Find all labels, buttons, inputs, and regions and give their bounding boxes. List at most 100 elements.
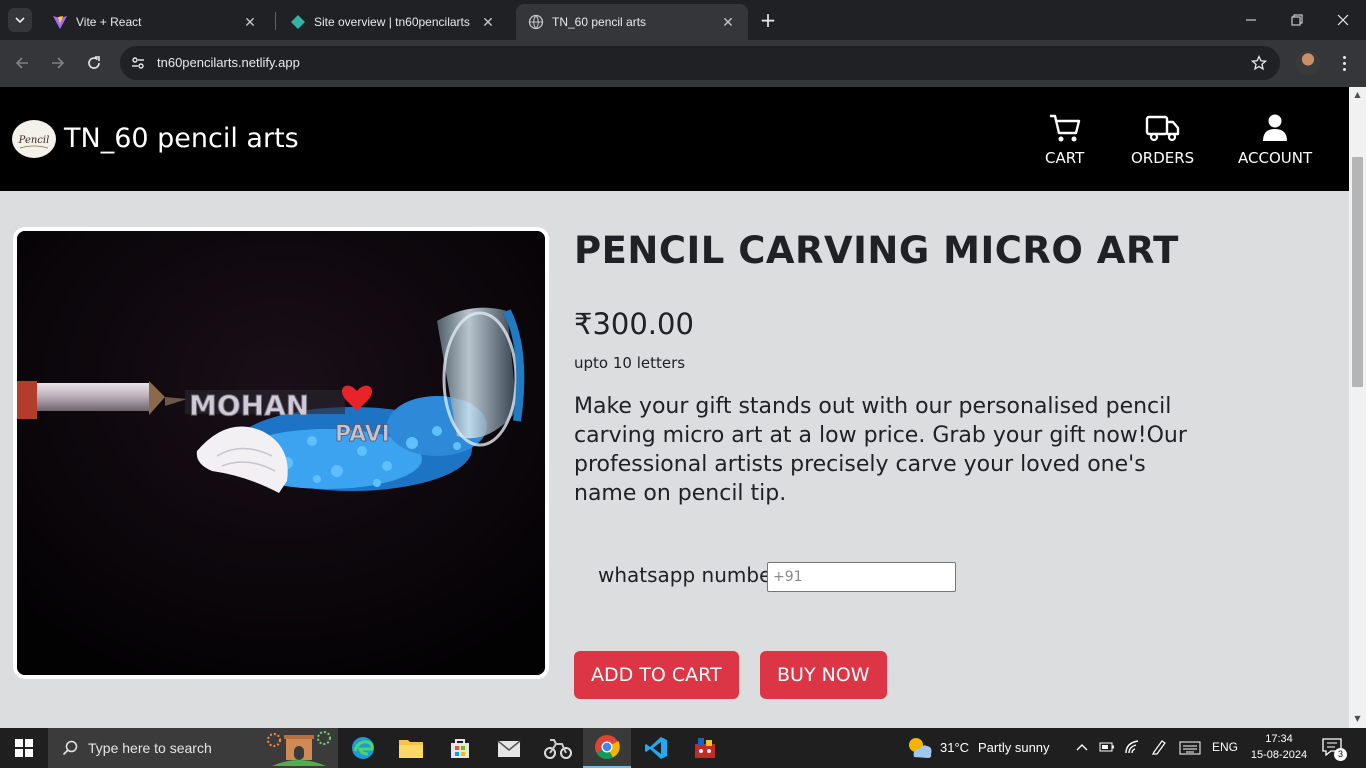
site-settings-icon[interactable] <box>128 53 148 73</box>
tab-tn60-pencil-arts[interactable]: TN_60 pencil arts ✕ <box>516 4 748 40</box>
new-tab-button[interactable]: + <box>757 9 779 31</box>
taskbar-app-bike[interactable] <box>534 728 582 768</box>
taskbar-search-placeholder: Type here to search <box>88 740 212 756</box>
close-icon <box>1337 14 1349 26</box>
tab-title: TN_60 pencil arts <box>552 15 647 29</box>
windows-taskbar: Type here to search 31°C Partly sunny EN… <box>0 728 1366 768</box>
svg-text:MOHAN: MOHAN <box>189 389 309 422</box>
close-tab-icon[interactable]: ✕ <box>480 14 496 30</box>
input-language[interactable]: ENG <box>1212 740 1238 754</box>
netlify-icon <box>291 15 305 29</box>
product-price: ₹300.00 <box>574 307 694 341</box>
notification-count-badge: 3 <box>1334 748 1347 761</box>
nav-orders[interactable]: ORDERS <box>1131 111 1194 167</box>
scroll-down-icon[interactable]: ▼ <box>1353 714 1362 723</box>
back-button[interactable] <box>9 50 35 76</box>
edge-icon <box>352 737 374 759</box>
reload-button[interactable] <box>81 50 107 76</box>
user-icon <box>1263 114 1288 141</box>
folder-icon <box>399 740 423 758</box>
nav-orders-label: ORDERS <box>1131 149 1195 167</box>
restore-button[interactable] <box>1274 0 1320 40</box>
truck-icon <box>1145 115 1179 142</box>
tab-title: Vite + React <box>76 15 142 29</box>
arrow-left-icon <box>15 57 28 69</box>
clock-time: 17:34 <box>1265 733 1293 745</box>
taskbar-search-box[interactable]: Type here to search <box>48 728 338 768</box>
taskbar-vscode[interactable] <box>632 728 680 768</box>
search-icon <box>62 740 78 756</box>
bookmark-star-icon[interactable] <box>1248 52 1270 74</box>
windows-logo-icon <box>15 739 33 757</box>
tab-vite-react[interactable]: Vite + React ✕ <box>40 4 270 40</box>
taskbar-app-game[interactable] <box>681 728 729 768</box>
chevron-up-icon[interactable] <box>1076 742 1088 754</box>
vite-icon <box>53 16 67 29</box>
motorbike-icon <box>544 739 572 759</box>
browser-menu-icon[interactable] <box>1334 51 1354 75</box>
pencil-carving-photo: MOHAN PAVI <box>17 231 545 675</box>
arrow-right-icon <box>52 57 65 69</box>
browser-toolbar: tn60pencilarts.netlify.app <box>0 40 1366 87</box>
svg-text:Pencil: Pencil <box>18 135 50 146</box>
brand-name[interactable]: TN_60 pencil arts <box>64 123 299 154</box>
product-description: Make your gift stands out with our perso… <box>574 394 1187 506</box>
address-bar[interactable]: tn60pencilarts.netlify.app <box>120 46 1280 80</box>
taskbar-edge[interactable] <box>339 728 387 768</box>
site-header: Pencil TN_60 pencil arts CART ORDERS ACC… <box>0 87 1349 191</box>
profile-avatar[interactable] <box>1296 51 1320 75</box>
taskbar-clock[interactable]: 17:34 15-08-2024 <box>1249 731 1309 763</box>
close-tab-icon[interactable]: ✕ <box>242 14 258 30</box>
cart-icon <box>1049 114 1080 142</box>
brand-logo[interactable]: Pencil <box>12 120 56 158</box>
minimize-button[interactable] <box>1228 0 1274 40</box>
taskbar-chrome[interactable] <box>583 728 631 768</box>
product-image: MOHAN PAVI <box>13 227 549 679</box>
nav-account-label: ACCOUNT <box>1238 149 1313 167</box>
url-text: tn60pencilarts.netlify.app <box>157 55 300 70</box>
nav-cart-label: CART <box>1045 149 1085 167</box>
keyboard-icon[interactable] <box>1179 741 1201 755</box>
tab-site-overview[interactable]: Site overview | tn60pencilarts | N ✕ <box>278 4 508 40</box>
pen-icon[interactable] <box>1151 739 1167 755</box>
nav-cart[interactable]: CART <box>1045 111 1084 167</box>
tab-divider <box>275 12 276 30</box>
close-tab-icon[interactable]: ✕ <box>720 14 736 30</box>
notification-center-button[interactable]: 3 <box>1322 738 1347 761</box>
letter-limit-note: upto 10 letters <box>574 354 686 372</box>
clock-date: 15-08-2024 <box>1250 749 1308 761</box>
web-page: Pencil TN_60 pencil arts CART ORDERS ACC… <box>0 87 1366 728</box>
vscode-icon <box>645 737 667 759</box>
chevron-down-icon <box>15 17 25 24</box>
taskbar-store[interactable] <box>436 728 484 768</box>
page-scrollbar[interactable]: ▲ ▼ <box>1349 87 1366 728</box>
buy-now-button[interactable]: BUY NOW <box>760 651 887 699</box>
add-to-cart-button[interactable]: ADD TO CART <box>574 651 739 699</box>
weather-icon[interactable] <box>906 735 934 761</box>
mail-icon <box>497 740 521 757</box>
forward-button[interactable] <box>45 50 71 76</box>
game-app-icon <box>695 738 715 758</box>
globe-icon <box>528 14 544 30</box>
restore-icon <box>1291 14 1303 26</box>
pencil-logo-icon: Pencil <box>18 135 50 149</box>
browser-tab-strip: Vite + React ✕ Site overview | tn60penci… <box>0 0 1366 40</box>
start-button[interactable] <box>0 728 48 768</box>
product-title: PENCIL CARVING MICRO ART <box>574 229 1179 272</box>
whatsapp-label: whatsapp number <box>598 563 780 587</box>
svg-text:PAVI: PAVI <box>335 422 390 447</box>
nav-account[interactable]: ACCOUNT <box>1238 111 1312 167</box>
taskbar-file-explorer[interactable] <box>387 728 435 768</box>
store-icon <box>451 739 469 758</box>
taskbar-mail[interactable] <box>485 728 533 768</box>
weather-temp[interactable]: 31°C <box>940 740 969 755</box>
scrollbar-thumb[interactable] <box>1352 157 1363 387</box>
close-window-button[interactable] <box>1320 0 1366 40</box>
battery-icon[interactable] <box>1099 741 1115 753</box>
weather-condition[interactable]: Partly sunny <box>978 740 1050 755</box>
tab-search-button[interactable] <box>8 8 32 32</box>
whatsapp-number-input[interactable] <box>767 562 956 592</box>
wifi-icon[interactable] <box>1124 739 1140 755</box>
chrome-icon <box>595 735 620 760</box>
scroll-up-icon[interactable]: ▲ <box>1353 90 1362 99</box>
